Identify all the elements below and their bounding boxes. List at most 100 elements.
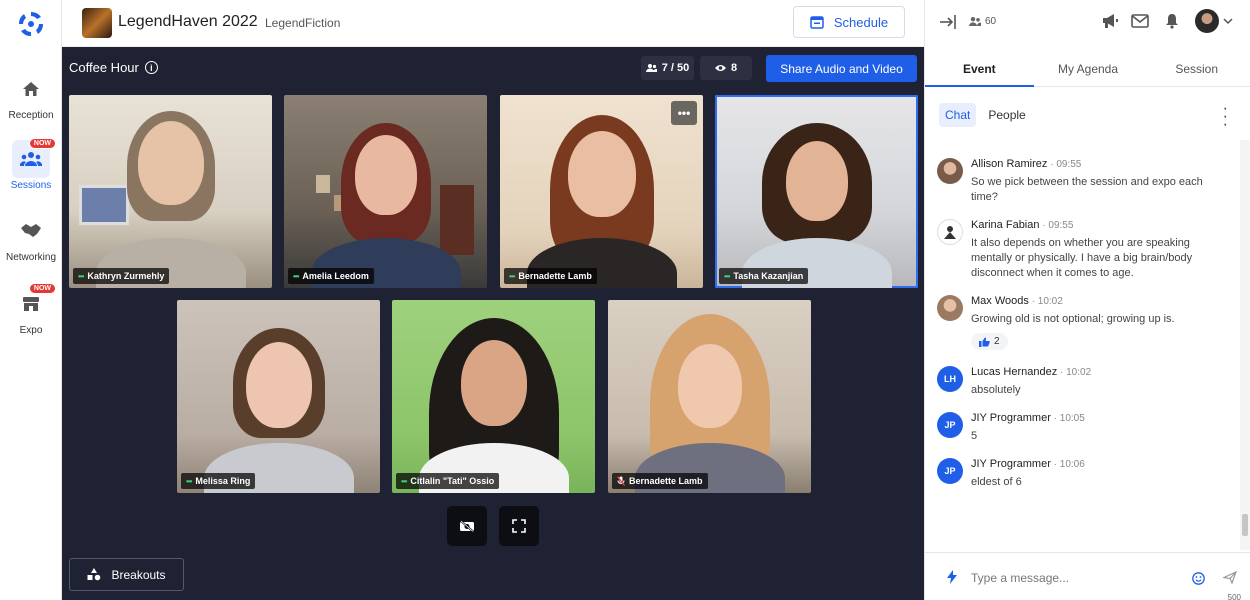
author-avatar[interactable]: LH	[937, 365, 963, 392]
participant-name: Tasha Kazanjian	[733, 271, 804, 281]
message-text: 5	[971, 429, 978, 442]
collapse-panel-icon[interactable]	[939, 14, 957, 30]
reaction-count: 2	[994, 336, 1000, 347]
viewer-count-value: 8	[730, 62, 738, 74]
top-header: LegendHaven 2022 LegendFiction Schedule	[62, 0, 924, 47]
nav-sessions[interactable]: NOW Sessions	[0, 138, 62, 191]
panel-toolbar: 60	[925, 0, 1250, 44]
attendee-count[interactable]: 60	[969, 16, 996, 27]
panel-tabs: Event My Agenda Session	[925, 54, 1250, 87]
video-tile[interactable]: ••• Citlalin "Tati" Ossio	[392, 300, 595, 493]
organizer-name[interactable]: LegendFiction	[265, 16, 340, 30]
video-tile[interactable]: Bernadette Lamb	[608, 300, 811, 493]
video-tile[interactable]: ••• Melissa Ring	[177, 300, 380, 493]
chat-message: JP JIY Programmer · 10:06 eldest of 6	[937, 457, 1227, 490]
participant-name: Bernadette Lamb	[629, 476, 703, 486]
home-icon	[12, 70, 50, 108]
more-options-icon[interactable]: · · ·	[1223, 101, 1228, 133]
fullscreen-icon	[512, 519, 526, 533]
megaphone-icon[interactable]	[1101, 13, 1119, 29]
author-name[interactable]: Karina Fabian	[971, 219, 1040, 231]
nav-networking[interactable]: Networking	[0, 212, 62, 263]
author-name[interactable]: Max Woods	[971, 295, 1029, 307]
app-logo[interactable]	[10, 4, 52, 44]
lightning-icon[interactable]	[947, 570, 957, 584]
subtab-people[interactable]: People	[982, 103, 1031, 127]
calendar-icon	[810, 16, 824, 29]
message-time: 10:06	[1059, 458, 1085, 470]
audio-level-icon: •••	[509, 271, 515, 281]
people-icon: NOW	[12, 138, 56, 178]
more-options-button[interactable]: •••	[671, 101, 697, 125]
video-tile-active-speaker[interactable]: ••• Tasha Kazanjian	[715, 95, 918, 288]
nav-reception[interactable]: Reception	[0, 70, 62, 121]
nav-reception-label: Reception	[8, 110, 54, 121]
author-avatar[interactable]: JP	[937, 457, 963, 484]
viewer-count[interactable]: 8	[700, 56, 752, 80]
tab-event[interactable]: Event	[925, 54, 1034, 87]
subtab-chat[interactable]: Chat	[939, 103, 977, 127]
participant-name: Citlalin "Tati" Ossio	[410, 476, 495, 486]
author-avatar[interactable]	[937, 295, 963, 321]
breakouts-button[interactable]: Breakouts	[69, 558, 184, 591]
breakouts-label: Breakouts	[111, 567, 166, 582]
author-avatar[interactable]	[937, 219, 963, 245]
message-input[interactable]	[971, 565, 1181, 591]
user-avatar[interactable]	[1195, 9, 1219, 33]
participant-face	[354, 135, 417, 215]
chat-message-list: Allison Ramirez · 09:55 So we pick betwe…	[937, 150, 1227, 548]
reaction-badge[interactable]: 2	[971, 333, 1008, 350]
bell-icon[interactable]	[1165, 13, 1179, 29]
mail-icon[interactable]	[1131, 13, 1149, 29]
nav-sessions-label: Sessions	[10, 180, 52, 191]
participant-face	[677, 344, 742, 428]
left-nav-rail: Reception NOW Sessions Networking NOW Ex…	[0, 0, 62, 600]
wall-picture	[316, 175, 330, 193]
message-time: 10:02	[1066, 366, 1092, 378]
audio-level-icon: •••	[78, 271, 84, 281]
message-time: 09:55	[1048, 220, 1074, 231]
schedule-button[interactable]: Schedule	[793, 6, 905, 38]
author-name[interactable]: Allison Ramirez	[971, 158, 1047, 170]
fullscreen-button[interactable]	[499, 506, 539, 546]
author-logo-icon	[944, 226, 956, 239]
tab-my-agenda[interactable]: My Agenda	[1034, 54, 1143, 86]
participant-face	[567, 131, 636, 217]
author-avatar[interactable]	[937, 158, 963, 184]
participant-name-tag: ••• Tasha Kazanjian	[719, 268, 809, 284]
video-tile[interactable]: ••• Amelia Leedom	[284, 95, 487, 288]
message-text: It also depends on whether you are speak…	[971, 237, 1193, 279]
emoji-icon[interactable]	[1192, 572, 1205, 585]
author-name[interactable]: JIY Programmer	[971, 458, 1051, 470]
message-text: So we pick between the session and expo …	[971, 176, 1203, 203]
author-avatar[interactable]: JP	[937, 411, 963, 438]
author-name[interactable]: Lucas Hernandez	[971, 366, 1057, 378]
send-icon[interactable]	[1223, 571, 1237, 584]
participant-face	[137, 121, 204, 205]
video-tile[interactable]: ••• ••• Bernadette Lamb	[500, 95, 703, 288]
share-audio-video-button[interactable]: Share Audio and Video	[766, 55, 917, 82]
logo-icon	[18, 11, 44, 37]
author-name[interactable]: JIY Programmer	[971, 412, 1051, 424]
scrollbar-thumb[interactable]	[1242, 514, 1248, 536]
chevron-down-icon[interactable]	[1223, 18, 1233, 25]
session-title: Coffee Hour i	[69, 60, 158, 75]
participant-name-tag: ••• Bernadette Lamb	[504, 268, 597, 284]
schedule-label: Schedule	[833, 14, 889, 30]
info-icon[interactable]: i	[144, 61, 158, 74]
participant-name: Bernadette Lamb	[518, 271, 592, 281]
chat-scrollbar[interactable]	[1240, 140, 1250, 550]
camera-toggle-button[interactable]	[447, 506, 487, 546]
app: Reception NOW Sessions Networking NOW Ex…	[0, 0, 1250, 600]
chat-message: Max Woods · 10:02 Growing old is not opt…	[937, 295, 1227, 352]
audio-level-icon: •••	[186, 476, 192, 486]
now-badge: NOW	[28, 138, 56, 149]
participant-face	[785, 141, 848, 221]
nav-expo[interactable]: NOW Expo	[0, 283, 62, 336]
participant-count[interactable]: 7 / 50	[641, 56, 694, 80]
eye-icon	[714, 65, 726, 71]
video-tile[interactable]: ••• Kathryn Zurmehly	[69, 95, 272, 288]
chat-composer: 500	[925, 552, 1250, 600]
tab-session[interactable]: Session	[1142, 54, 1250, 86]
participant-face	[245, 342, 312, 428]
